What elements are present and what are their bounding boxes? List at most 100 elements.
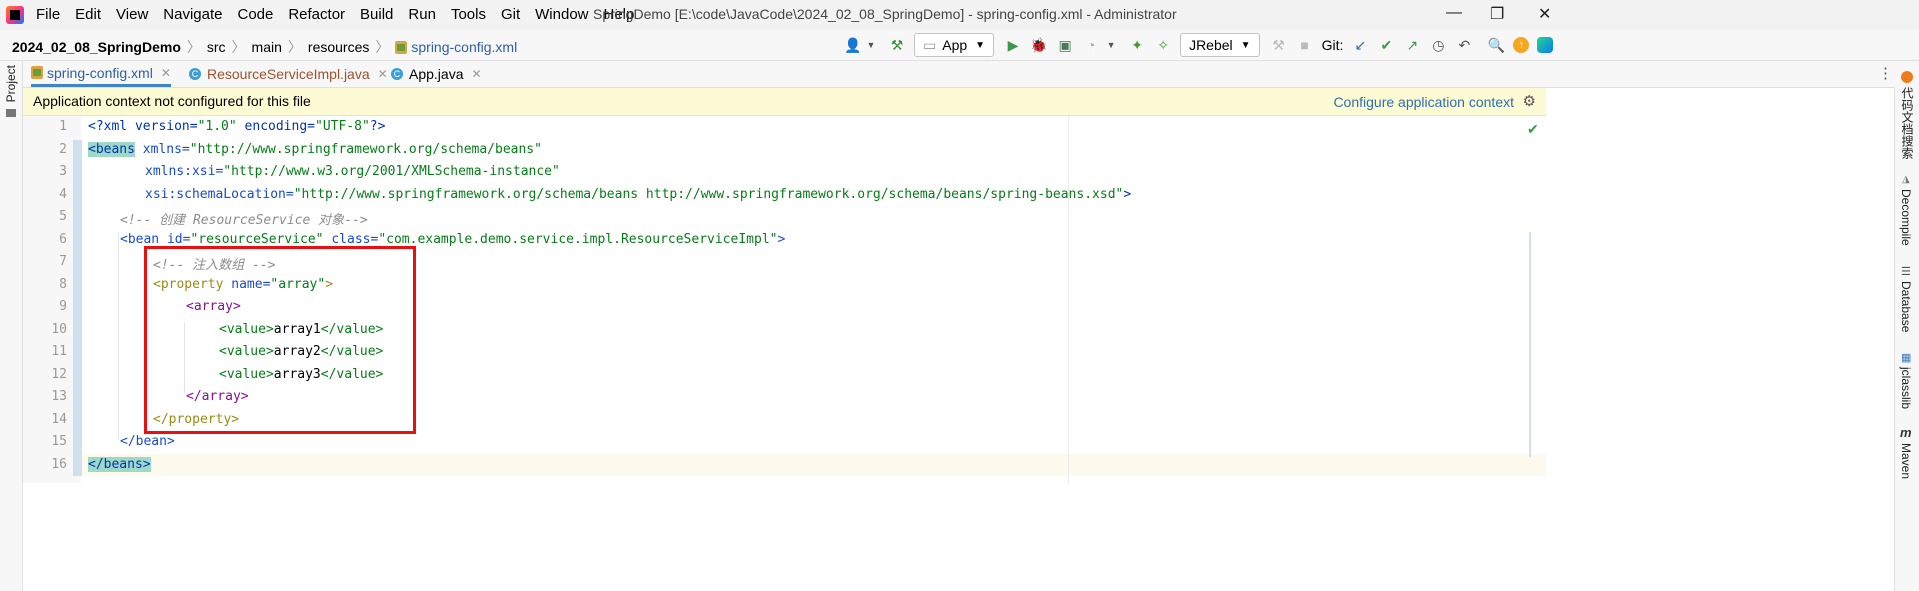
tab-label: ResourceServiceImpl.java xyxy=(207,66,370,82)
tab-label: spring-config.xml xyxy=(47,64,153,81)
restore-button[interactable]: ❐ xyxy=(1490,4,1504,24)
line-number: 10 xyxy=(51,322,67,337)
menu-window[interactable]: Window xyxy=(535,6,588,23)
line-number: 7 xyxy=(59,254,67,269)
menu-view[interactable]: View xyxy=(116,6,148,23)
coverage-icon[interactable]: ▣ xyxy=(1056,36,1074,54)
breadcrumb-resources[interactable]: resources xyxy=(308,39,369,55)
update-icon[interactable]: ↑ xyxy=(1513,37,1530,53)
menu-file[interactable]: File xyxy=(36,6,60,23)
main-toolbar: 👤 ▼ ⚒ ▭ App ▼ ▶ 🐞 ▣ ◔ ▼ ✦ ✧ JRebel ▼ ⚒ ■… xyxy=(844,32,1561,58)
git-push-icon[interactable]: ↗ xyxy=(1403,36,1421,54)
maven-icon: m xyxy=(1900,425,1912,440)
search-icon[interactable]: 🔍 xyxy=(1487,36,1505,54)
profile-icon[interactable]: ◔ xyxy=(1082,36,1100,54)
line-number: 4 xyxy=(59,187,67,202)
menu-navigate[interactable]: Navigate xyxy=(163,6,222,23)
line-number: 5 xyxy=(59,209,67,224)
gear-icon[interactable]: ⚙ xyxy=(1523,92,1536,110)
notification-banner: Application context not configured for t… xyxy=(23,88,1546,116)
intellij-logo-icon[interactable] xyxy=(6,6,24,24)
breadcrumb-project[interactable]: 2024_02_08_SpringDemo xyxy=(12,39,181,55)
highlight-box xyxy=(144,246,416,434)
user-icon[interactable]: 👤 xyxy=(844,36,862,54)
run-config-select[interactable]: ▭ App ▼ xyxy=(914,33,995,57)
java-class-icon: C xyxy=(189,68,201,80)
chevron-right-icon: 〉 xyxy=(375,39,390,55)
menu-refactor[interactable]: Refactor xyxy=(288,6,345,23)
debug-icon[interactable]: 🐞 xyxy=(1030,36,1048,54)
code-line-15: </bean> xyxy=(120,434,175,449)
chevron-down-icon[interactable]: ▼ xyxy=(862,36,880,54)
chevron-right-icon: 〉 xyxy=(287,39,302,55)
line-number: 6 xyxy=(59,232,67,247)
scrollbar-marker[interactable] xyxy=(1529,232,1531,457)
history-icon[interactable]: ◷ xyxy=(1429,36,1447,54)
tab-spring-config[interactable]: spring-config.xml ✕ xyxy=(31,61,171,87)
build-hammer-icon[interactable]: ⚒ xyxy=(888,36,906,54)
close-icon[interactable]: ✕ xyxy=(378,67,388,81)
jrebel-select[interactable]: JRebel ▼ xyxy=(1180,33,1260,57)
breadcrumb-main[interactable]: main xyxy=(252,39,282,55)
chevron-down-icon[interactable]: ▼ xyxy=(1102,36,1120,54)
database-icon: ☰ xyxy=(1901,266,1911,278)
line-number: 12 xyxy=(51,367,67,382)
hammer-disabled-icon[interactable]: ⚒ xyxy=(1270,36,1288,54)
stop-icon[interactable]: ■ xyxy=(1296,36,1314,54)
current-line-highlight xyxy=(82,454,1546,476)
breadcrumb: 2024_02_08_SpringDemo 〉 src 〉 main 〉 res… xyxy=(12,37,517,57)
decompile-tool-button[interactable]: Decompile xyxy=(1899,189,1913,246)
tab-label: App.java xyxy=(409,66,464,82)
minimize-button[interactable]: — xyxy=(1446,4,1462,22)
run-icon[interactable]: ▶ xyxy=(1004,36,1022,54)
fold-region-marker xyxy=(73,140,82,476)
line-number: 14 xyxy=(51,412,67,427)
jrebel-label: JRebel xyxy=(1189,37,1233,53)
code-line-2: <beans xmlns="http://www.springframework… xyxy=(88,142,542,157)
jrebel-debug-icon[interactable]: ✧ xyxy=(1154,36,1172,54)
menu-git[interactable]: Git xyxy=(501,6,520,23)
more-options-icon[interactable]: ⋮ xyxy=(1878,64,1893,82)
code-line-6: <bean id="resourceService" class="com.ex… xyxy=(120,232,786,247)
tab-app-java[interactable]: C App.java ✕ xyxy=(391,61,482,87)
jclasslib-icon: ▦ xyxy=(1901,352,1912,364)
right-tool-strip: 代码文档搜索 ◮ Decompile ☰ Database ▦ jclassli… xyxy=(1894,61,1919,591)
indent-guide xyxy=(118,233,119,439)
menu-code[interactable]: Code xyxy=(237,6,273,23)
database-tool-button[interactable]: Database xyxy=(1899,281,1913,332)
doc-search-tool-button[interactable]: 代码文档搜索 xyxy=(1899,87,1916,159)
rollback-icon[interactable]: ↶ xyxy=(1455,36,1473,54)
close-button[interactable]: ✕ xyxy=(1538,4,1551,24)
line-number: 16 xyxy=(51,457,67,472)
code-line-16: </beans> xyxy=(88,457,151,472)
code-line-1: <?xml version="1.0" encoding="UTF-8"?> xyxy=(88,119,386,134)
chevron-down-icon: ▼ xyxy=(975,39,986,51)
close-icon[interactable]: ✕ xyxy=(471,67,481,81)
tab-resource-service-impl[interactable]: C ResourceServiceImpl.java ✕ xyxy=(189,61,388,87)
chevron-right-icon: 〉 xyxy=(231,39,246,55)
git-commit-icon[interactable]: ✔ xyxy=(1377,36,1395,54)
menu-tools[interactable]: Tools xyxy=(451,6,486,23)
jclasslib-tool-button[interactable]: jclasslib xyxy=(1899,367,1913,409)
close-icon[interactable]: ✕ xyxy=(161,66,171,80)
menu-edit[interactable]: Edit xyxy=(75,6,101,23)
maven-tool-button[interactable]: Maven xyxy=(1899,443,1913,479)
project-tool-button[interactable]: Project xyxy=(4,65,18,102)
line-number: 9 xyxy=(59,299,67,314)
title-bar: File Edit View Navigate Code Refactor Bu… xyxy=(0,0,1919,30)
breadcrumb-src[interactable]: src xyxy=(207,39,226,55)
inspection-ok-icon[interactable]: ✔ xyxy=(1527,121,1539,138)
menu-build[interactable]: Build xyxy=(360,6,393,23)
menu-run[interactable]: Run xyxy=(408,6,436,23)
configure-context-link[interactable]: Configure application context xyxy=(1333,94,1514,110)
code-line-5: <!-- 创建 ResourceService 对象--> xyxy=(120,213,368,228)
line-number: 2 xyxy=(59,142,67,157)
editor-tabs: spring-config.xml ✕ C ResourceServiceImp… xyxy=(23,61,1895,88)
jrebel-run-icon[interactable]: ✦ xyxy=(1128,36,1146,54)
spring-xml-file-icon xyxy=(395,40,408,54)
decompile-icon: ◮ xyxy=(1902,174,1910,185)
toolbox-icon[interactable] xyxy=(1537,37,1554,53)
breadcrumb-file[interactable]: spring-config.xml xyxy=(411,39,517,55)
git-update-icon[interactable]: ↙ xyxy=(1351,36,1369,54)
spring-xml-file-icon xyxy=(31,66,43,79)
